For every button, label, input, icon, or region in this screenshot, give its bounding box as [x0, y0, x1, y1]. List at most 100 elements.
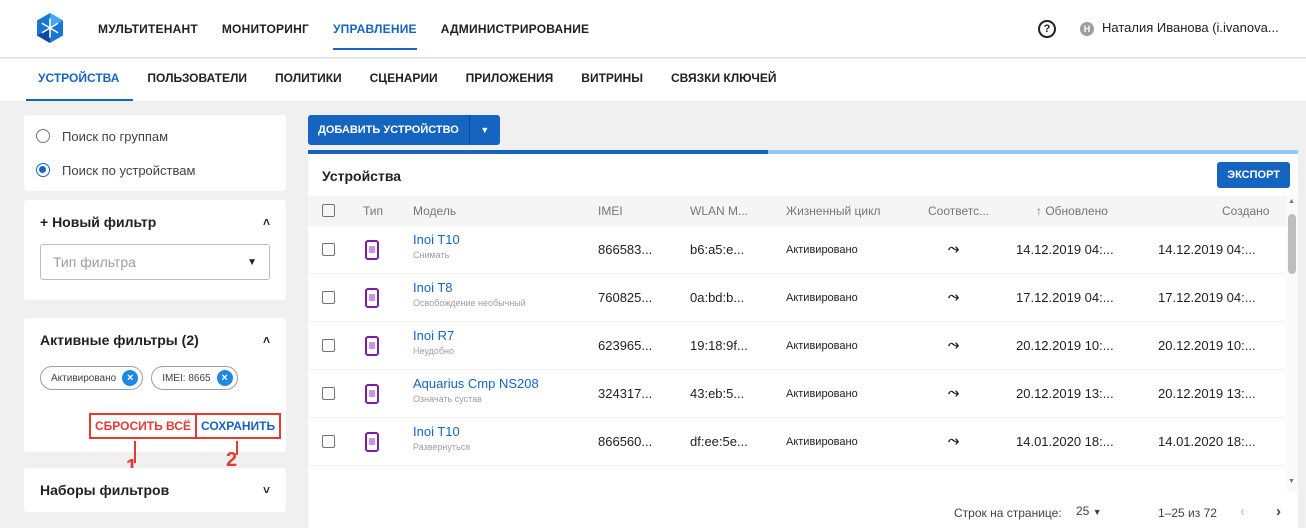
next-page-icon[interactable]: › [1276, 503, 1281, 520]
model-link[interactable]: Aquarius Cmp NS208 [413, 376, 539, 391]
model-cell: Inoi T10 Снимать [413, 232, 460, 260]
tab-users[interactable]: ПОЛЬЗОВАТЕЛИ [133, 59, 261, 101]
model-link[interactable]: Inoi R7 [413, 328, 454, 343]
filter-chips: Активировано × IMEI: 8665 × [24, 362, 286, 394]
updated-cell: 20.12.2019 13:... [1016, 386, 1114, 401]
select-all-checkbox[interactable] [322, 204, 335, 217]
header-created[interactable]: Создано [1222, 204, 1269, 218]
active-filters-title: Активные фильтры (2) [40, 332, 199, 348]
header-compliance[interactable]: Соответс... [928, 204, 989, 218]
devices-card: Устройства ЭКСПОРТ Тип Модель IMEI WLAN … [308, 154, 1298, 528]
phone-icon [365, 288, 379, 308]
model-subtitle: Освобождение необычный [413, 298, 526, 308]
table-row[interactable]: Inoi R7 Неудобно 623965... 19:18:9f... А… [308, 322, 1286, 370]
header-lifecycle[interactable]: Жизненный цикл [786, 204, 880, 218]
tab-devices[interactable]: УСТРОЙСТВА [26, 59, 134, 101]
header-wlan[interactable]: WLAN M... [690, 204, 748, 218]
filter-type-select[interactable]: Тип фильтра ▼ [40, 244, 270, 280]
nav-administration[interactable]: АДМИНИСТРИРОВАНИЕ [429, 0, 602, 58]
nav-management[interactable]: УПРАВЛЕНИЕ [321, 0, 429, 58]
radio-checked-icon[interactable] [36, 163, 50, 177]
app-logo-icon[interactable] [34, 12, 66, 44]
tab-policies[interactable]: ПОЛИТИКИ [261, 59, 356, 101]
add-device-label[interactable]: ДОБАВИТЬ УСТРОЙСТВО [308, 115, 470, 145]
table-scrollbar[interactable]: ▲ ▼ [1286, 196, 1298, 492]
model-subtitle: Означать сустав [413, 394, 482, 404]
add-device-dropdown-icon[interactable]: ▼ [470, 125, 500, 135]
created-cell: 17.12.2019 04:... [1158, 290, 1256, 305]
add-device-button[interactable]: ДОБАВИТЬ УСТРОЙСТВО ▼ [308, 115, 500, 145]
phone-icon [365, 432, 379, 452]
imei-cell: 623965... [598, 338, 653, 353]
active-filters-header[interactable]: Активные фильтры (2) ˄ [24, 318, 286, 362]
filter-sets-header[interactable]: Наборы фильтров ˅ [24, 468, 286, 512]
nav-monitoring[interactable]: МОНИТОРИНГ [210, 0, 321, 58]
scroll-thumb[interactable] [1288, 214, 1296, 274]
lifecycle-cell: Активировано [786, 292, 858, 304]
scroll-up-icon[interactable]: ▲ [1288, 198, 1295, 205]
remove-chip-icon[interactable]: × [122, 370, 139, 386]
nav-multitenant[interactable]: МУЛЬТИТЕНАНТ [86, 0, 210, 58]
dropdown-arrow-icon: ▼ [247, 256, 257, 268]
unlink-icon: ⤳ [948, 336, 960, 352]
header-imei[interactable]: IMEI [598, 204, 623, 218]
new-filter-title: + Новый фильтр [40, 214, 157, 230]
new-filter-panel: + Новый фильтр ˄ Тип фильтра ▼ [24, 200, 286, 300]
filter-type-placeholder: Тип фильтра [53, 254, 136, 270]
filter-chip-label: IMEI: 8665 [162, 372, 211, 384]
model-subtitle: Неудобно [413, 346, 454, 356]
rows-per-page-select[interactable]: 25 ▼ [1076, 504, 1102, 518]
user-name[interactable]: Наталия Иванова (i.ivanova... [1102, 20, 1279, 35]
model-link[interactable]: Inoi T10 [413, 424, 470, 439]
pagination: Строк на странице: 25 ▼ 1–25 из 72 ‹ › [308, 494, 1298, 528]
filter-sets-panel: Наборы фильтров ˅ [24, 468, 286, 512]
radio-icon[interactable] [36, 129, 50, 143]
new-filter-header[interactable]: + Новый фильтр ˄ [24, 200, 286, 244]
updated-cell: 20.12.2019 10:... [1016, 338, 1114, 353]
lifecycle-cell: Активировано [786, 340, 858, 352]
avatar[interactable]: Н [1080, 22, 1094, 36]
reset-all-button[interactable]: СБРОСИТЬ ВСЁ [89, 413, 197, 439]
imei-cell: 324317... [598, 386, 653, 401]
remove-chip-icon[interactable]: × [216, 370, 233, 386]
lifecycle-cell: Активировано [786, 436, 858, 448]
chevron-down-icon[interactable]: ˅ [263, 483, 270, 497]
prev-page-icon[interactable]: ‹ [1240, 503, 1245, 520]
save-filters-button[interactable]: СОХРАНИТЬ [195, 413, 282, 439]
model-link[interactable]: Inoi T10 [413, 232, 460, 247]
table-row[interactable]: Inoi T8 Освобождение необычный 760825...… [308, 274, 1286, 322]
model-subtitle: Снимать [413, 250, 450, 260]
updated-cell: 14.12.2019 04:... [1016, 242, 1114, 257]
tab-showcases[interactable]: ВИТРИНЫ [567, 59, 657, 101]
row-checkbox[interactable] [322, 435, 335, 448]
tab-keychains[interactable]: СВЯЗКИ КЛЮЧЕЙ [657, 59, 790, 101]
tab-scenarios[interactable]: СЦЕНАРИИ [356, 59, 452, 101]
search-by-devices-option[interactable]: Поиск по устройствам [24, 153, 286, 187]
chevron-up-icon[interactable]: ˄ [263, 215, 270, 229]
table-row[interactable]: Aquarius Cmp NS208 Означать сустав 32431… [308, 370, 1286, 418]
row-checkbox[interactable] [322, 339, 335, 352]
table-row[interactable]: Inoi T10 Снимать 866583... b6:a5:e... Ак… [308, 226, 1286, 274]
chevron-up-icon[interactable]: ˄ [263, 333, 270, 347]
table-row[interactable]: Inoi T10 Развернуться 866560... df:ee:5e… [308, 418, 1286, 466]
sub-bar: УСТРОЙСТВА ПОЛЬЗОВАТЕЛИ ПОЛИТИКИ СЦЕНАРИ… [0, 59, 1306, 101]
header-model[interactable]: Модель [413, 204, 456, 218]
row-checkbox[interactable] [322, 243, 335, 256]
imei-cell: 866560... [598, 434, 653, 449]
imei-cell: 866583... [598, 242, 653, 257]
header-type[interactable]: Тип [363, 204, 383, 218]
lifecycle-cell: Активировано [786, 244, 858, 256]
main-nav: МУЛЬТИТЕНАНТ МОНИТОРИНГ УПРАВЛЕНИЕ АДМИН… [86, 0, 601, 58]
model-link[interactable]: Inoi T8 [413, 280, 526, 295]
tab-applications[interactable]: ПРИЛОЖЕНИЯ [452, 59, 568, 101]
pagination-range: 1–25 из 72 [1158, 506, 1217, 520]
export-button[interactable]: ЭКСПОРТ [1217, 162, 1290, 188]
help-icon[interactable]: ? [1038, 20, 1056, 38]
scroll-down-icon[interactable]: ▼ [1288, 478, 1295, 485]
phone-icon [365, 384, 379, 404]
row-checkbox[interactable] [322, 387, 335, 400]
search-by-groups-option[interactable]: Поиск по группам [24, 119, 286, 153]
row-checkbox[interactable] [322, 291, 335, 304]
header-updated[interactable]: ↑ Обновлено [1036, 204, 1108, 218]
wlan-cell: 19:18:9f... [690, 338, 748, 353]
